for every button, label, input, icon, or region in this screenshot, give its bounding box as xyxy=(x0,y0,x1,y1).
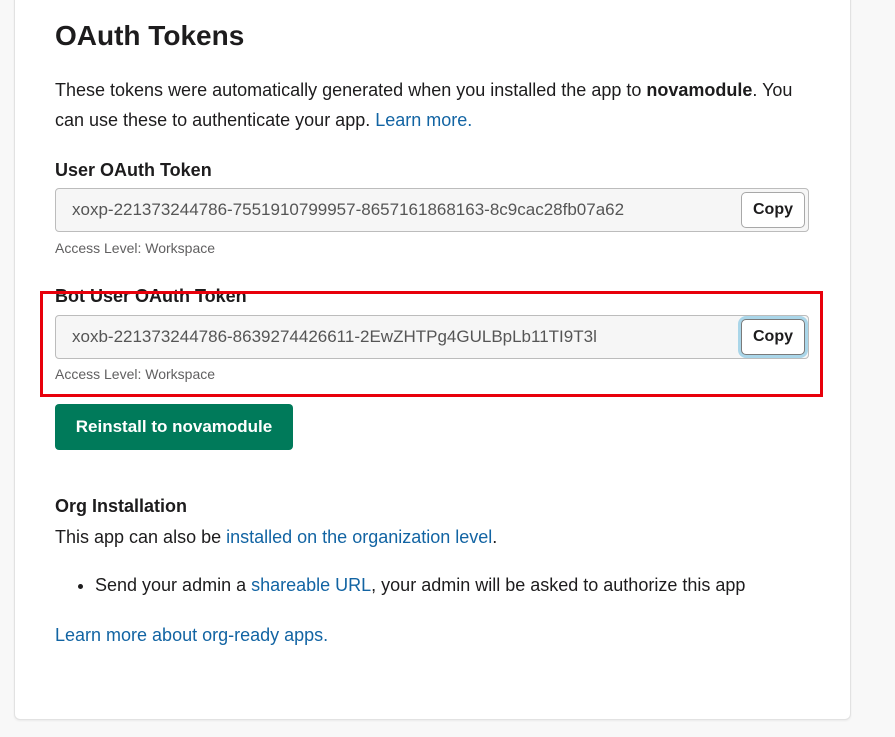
copy-user-token-button[interactable]: Copy xyxy=(741,192,805,228)
org-instructions-list: Send your admin a shareable URL, your ad… xyxy=(55,572,745,598)
learn-more-org-link[interactable]: Learn more about org-ready apps. xyxy=(55,625,328,645)
user-token-value[interactable]: xoxp-221373244786-7551910799957-86571618… xyxy=(72,189,736,231)
shareable-url-link[interactable]: shareable URL xyxy=(251,575,371,595)
intro-text: These tokens were automatically generate… xyxy=(55,75,795,135)
user-token-field[interactable]: xoxp-221373244786-7551910799957-86571618… xyxy=(55,188,809,232)
learn-more-link[interactable]: Learn more. xyxy=(375,110,472,130)
intro-text-start: These tokens were automatically generate… xyxy=(55,80,647,100)
list-item: Send your admin a shareable URL, your ad… xyxy=(95,572,745,598)
page-title: OAuth Tokens xyxy=(55,20,245,51)
user-token-access-level: Access Level: Workspace xyxy=(55,240,216,256)
reinstall-button[interactable]: Reinstall to novamodule xyxy=(55,404,293,450)
org-text-start: This app can also be xyxy=(55,527,227,547)
install-org-level-link[interactable]: installed on the organization level xyxy=(226,527,492,547)
org-installation-text: This app can also be installed on the or… xyxy=(55,524,497,550)
org-text-end: . xyxy=(492,527,498,547)
org-installation-title: Org Installation xyxy=(55,496,188,516)
user-token-label: User OAuth Token xyxy=(55,160,212,180)
app-name: novamodule xyxy=(646,80,753,100)
highlight-box xyxy=(40,291,823,397)
learn-more-org-paragraph: Learn more about org-ready apps. xyxy=(55,622,328,648)
bullet-text-start: Send your admin a xyxy=(95,575,252,595)
bullet-text-end: , your admin will be asked to authorize … xyxy=(371,575,746,595)
